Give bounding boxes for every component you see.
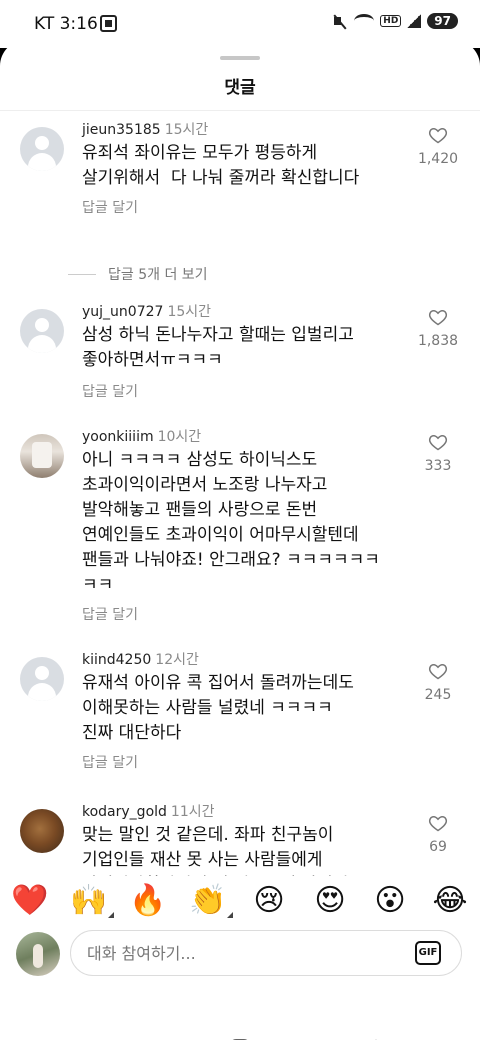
like-count: 1,420	[417, 151, 459, 167]
heart-outline-icon	[428, 815, 448, 832]
heart-outline-icon	[428, 309, 448, 326]
comment-username[interactable]: kiind4250	[82, 652, 151, 668]
like-count: 1,838	[417, 333, 459, 349]
like-button[interactable]: 245	[414, 661, 462, 703]
surprised-face-emoji[interactable]: 😮	[371, 882, 409, 920]
user-avatar[interactable]	[20, 809, 64, 853]
heart-eyes-emoji[interactable]: 😍	[311, 882, 349, 920]
comment-time: 12시간	[155, 652, 199, 668]
comment-item: jieun35185 15시간 유죄석 좌이유는 모두가 평등하게 살기위해서 다…	[0, 119, 480, 237]
comment-item: kodary_gold 11시간 맞는 말인 것 같은데. 좌파 친구놈이 기업인…	[0, 801, 480, 876]
comment-text: 유재석 아이유 콕 집어서 돌려까는데도 이해못하는 사람들 널렸네 ㅋㅋㅋㅋ …	[82, 673, 354, 743]
heart-outline-icon	[428, 127, 448, 144]
clapping-hands-glyph: 👏	[189, 883, 227, 918]
signal-icon	[407, 14, 422, 28]
comment-header: kodary_gold 11시간	[82, 801, 215, 821]
like-count: 333	[424, 458, 452, 474]
comment-time: 15시간	[164, 122, 209, 138]
like-count: 69	[429, 839, 447, 855]
comments-sheet: 댓글 jieun35185 15시간 유죄석 좌이유는 모두가 평등하게 살기위해…	[0, 40, 480, 1040]
comment-time: 15시간	[167, 304, 212, 320]
user-avatar[interactable]	[20, 309, 64, 353]
comment-username[interactable]: yuj_un0727	[82, 304, 163, 320]
sheet-title: 댓글	[224, 78, 256, 98]
comment-composer: GIF	[0, 926, 480, 982]
crying-face-emoji[interactable]: 😢	[250, 882, 288, 920]
comment-header: yuj_un0727 15시간	[82, 301, 211, 321]
comment-text: 삼성 하닉 돈나누자고 할때는 입벌리고 좋아하면서ㅠㅋㅋㅋ	[82, 325, 354, 370]
like-button[interactable]: 1,838	[414, 307, 462, 349]
like-button[interactable]: 1,420	[414, 125, 462, 167]
status-icons: HD 97	[332, 13, 458, 29]
comment-username[interactable]: jieun35185	[82, 122, 161, 138]
like-button[interactable]: 69	[414, 813, 462, 855]
heart-outline-icon	[428, 434, 448, 451]
fire-emoji[interactable]: 🔥	[129, 882, 167, 920]
system-nav-bar	[0, 982, 480, 1040]
comment-item: kiind4250 12시간 유재석 아이유 콕 집어서 돌려까는데도 이해못하는…	[0, 649, 480, 779]
comment-username[interactable]: yoonkiiiim	[82, 429, 154, 445]
comment-input-box[interactable]: GIF	[70, 930, 462, 976]
quick-emoji-bar: ❤️ 🙌 🔥 👏 😢 😍 😮 😂	[0, 876, 480, 926]
comment-item: yuj_un0727 15시간 삼성 하닉 돈나누자고 할때는 입벌리고 좋아하면…	[0, 301, 480, 401]
sheet-drag-handle[interactable]	[220, 56, 260, 60]
red-heart-emoji[interactable]: ❤️	[11, 882, 49, 920]
raising-hands-glyph: 🙌	[70, 883, 108, 918]
reply-button[interactable]: 답글 달기	[82, 752, 138, 772]
comment-list[interactable]: jieun35185 15시간 유죄석 좌이유는 모두가 평등하게 살기위해서 다…	[0, 111, 480, 876]
comment-header: jieun35185 15시간	[82, 119, 208, 139]
my-avatar	[16, 932, 60, 976]
comment-time: 10시간	[157, 429, 202, 445]
reply-button[interactable]: 답글 달기	[82, 381, 138, 401]
heart-outline-icon	[428, 663, 448, 680]
status-time: KT 3:16	[34, 14, 98, 34]
comment-time: 11시간	[170, 804, 215, 820]
screenshot-icon	[100, 15, 117, 32]
comment-text: 유죄석 좌이유는 모두가 평등하게 살기위해서 다 나눠 줄꺼라 확신합니다	[82, 143, 360, 188]
mute-icon	[332, 13, 348, 29]
hd-icon: HD	[380, 15, 402, 27]
comment-text: 아니 ㅋㅋㅋㅋ 삼성도 하이닉스도 초과이익이라면서 노조랑 나누자고 발악해놓…	[82, 450, 380, 595]
comment-username[interactable]: kodary_gold	[82, 804, 167, 820]
battery-indicator: 97	[427, 13, 458, 29]
like-count: 245	[424, 687, 452, 703]
user-avatar[interactable]	[20, 434, 64, 478]
reply-button[interactable]: 답글 달기	[82, 604, 138, 624]
comment-text: 맞는 말인 것 같은데. 좌파 친구놈이 기업인들 재산 못 사는 사람들에게 …	[82, 825, 363, 876]
gif-button[interactable]: GIF	[415, 941, 441, 965]
raising-hands-emoji[interactable]: 🙌	[70, 882, 114, 920]
reply-button[interactable]: 답글 달기	[82, 197, 138, 217]
like-button[interactable]: 333	[414, 432, 462, 474]
comment-item: yoonkiiiim 10시간 아니 ㅋㅋㅋㅋ 삼성도 하이닉스도 초과이익이라면…	[0, 426, 480, 626]
comment-input[interactable]	[87, 941, 387, 965]
user-avatar[interactable]	[20, 127, 64, 171]
comment-header: yoonkiiiim 10시간	[82, 426, 201, 446]
clapping-hands-emoji[interactable]: 👏	[189, 882, 233, 920]
skin-tone-indicator-icon	[108, 912, 114, 918]
tears-of-joy-emoji[interactable]: 😂	[431, 882, 469, 920]
comment-header: kiind4250 12시간	[82, 649, 199, 669]
user-avatar[interactable]	[20, 657, 64, 701]
wifi-icon	[354, 14, 375, 28]
skin-tone-indicator-icon	[227, 912, 233, 918]
